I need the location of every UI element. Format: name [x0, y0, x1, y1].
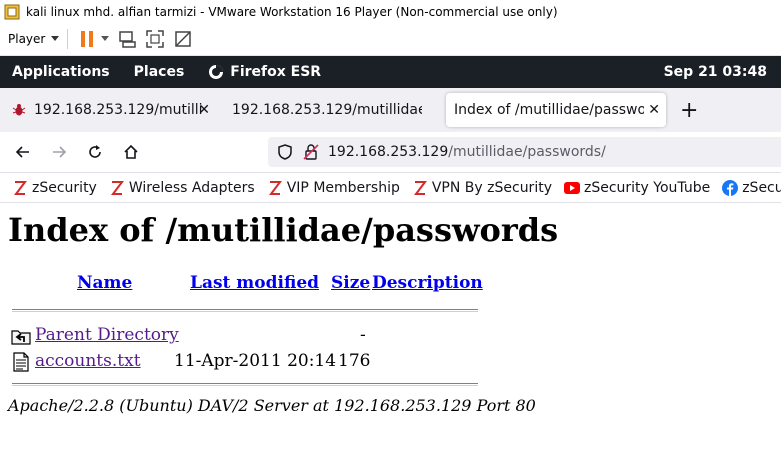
- bookmark-label: zSecurity FB: [742, 179, 781, 196]
- zsecurity-icon: [412, 180, 428, 196]
- desktop-top-panel: Applications Places Firefox ESR Sep 21 0…: [0, 56, 781, 88]
- url-text[interactable]: 192.168.253.129/mutillidae/passwords/: [328, 144, 606, 160]
- reload-icon: [89, 145, 101, 158]
- divider: [12, 383, 478, 386]
- firefox-app-menu[interactable]: Firefox ESR: [208, 64, 321, 80]
- forward-button[interactable]: [46, 139, 72, 165]
- youtube-icon: [563, 180, 580, 196]
- places-menu[interactable]: Places: [134, 64, 185, 80]
- vmware-logo-icon: [4, 4, 20, 20]
- list-item: Parent Directory -: [8, 325, 478, 349]
- divider: [12, 309, 478, 312]
- clock[interactable]: Sep 21 03:48: [664, 56, 767, 88]
- player-menu[interactable]: Player: [8, 32, 60, 46]
- bookmark-zsecurity-fb[interactable]: zSecurity FB: [722, 179, 781, 196]
- chevron-down-icon[interactable]: [100, 28, 110, 50]
- close-icon[interactable]: ✕: [198, 93, 210, 127]
- page-content: Index of /mutillidae/passwords Name Last…: [0, 203, 781, 472]
- tab-strip: 192.168.253.129/mutillidae ✕ 192.168.253…: [0, 88, 781, 132]
- home-icon: [124, 144, 138, 159]
- zsecurity-icon: [109, 180, 125, 196]
- bookmark-label: VPN By zSecurity: [431, 179, 552, 196]
- shield-icon[interactable]: [276, 143, 294, 161]
- vmware-toolbar: Player: [0, 23, 781, 56]
- bookmark-vip-membership[interactable]: VIP Membership: [267, 180, 400, 196]
- window-title: kali linux mhd. alfian tarmizi - VMware …: [26, 4, 558, 19]
- row-size: 176: [338, 351, 371, 371]
- firefox-app-label: Firefox ESR: [230, 64, 322, 80]
- bug-icon: [12, 104, 26, 116]
- back-button[interactable]: [10, 139, 36, 165]
- toolbar-divider: [67, 29, 69, 49]
- accounts-txt-link[interactable]: accounts.txt: [35, 351, 141, 371]
- send-ctrl-alt-del-icon[interactable]: [116, 28, 138, 50]
- new-tab-button[interactable]: +: [680, 98, 698, 123]
- column-header-name[interactable]: Name: [77, 273, 132, 293]
- back-folder-icon[interactable]: [10, 325, 32, 347]
- home-button[interactable]: [118, 139, 144, 165]
- tab-mutillidae-1[interactable]: 192.168.253.129/mutillidae ✕: [4, 93, 216, 127]
- bookmarks-toolbar: zSecurity Wireless Adapters VIP Membersh…: [0, 173, 781, 203]
- column-header-last-modified[interactable]: Last modified: [190, 273, 319, 293]
- reload-button[interactable]: [82, 139, 108, 165]
- column-header-description[interactable]: Description: [372, 273, 483, 293]
- parent-directory-link[interactable]: Parent Directory: [35, 325, 179, 345]
- page-title: Index of /mutillidae/passwords: [8, 211, 559, 249]
- back-arrow-icon: [15, 146, 29, 158]
- tab-label: 192.168.253.129/mutillidae: [34, 102, 202, 118]
- bookmark-zsecurity-youtube[interactable]: zSecurity YouTube: [563, 179, 711, 196]
- vmware-title-bar: kali linux mhd. alfian tarmizi - VMware …: [0, 0, 781, 23]
- tab-index-passwords[interactable]: Index of /mutillidae/passwords ✕: [446, 93, 666, 127]
- url-path: /mutillidae/passwords/: [448, 144, 606, 160]
- text-file-icon[interactable]: [10, 351, 32, 373]
- tab-mutillidae-2[interactable]: 192.168.253.129/mutillidae/p: [220, 93, 442, 127]
- zsecurity-icon: [267, 180, 283, 196]
- player-menu-label: Player: [8, 32, 46, 46]
- pause-icon[interactable]: [76, 28, 98, 50]
- url-host: 192.168.253.129: [328, 144, 449, 160]
- bookmark-zsecurity[interactable]: zSecurity: [12, 180, 97, 196]
- close-icon[interactable]: ✕: [648, 93, 660, 127]
- column-header-size[interactable]: Size: [331, 273, 370, 293]
- bookmark-label: VIP Membership: [286, 179, 400, 196]
- bookmark-label: zSecurity: [32, 179, 97, 196]
- navigation-bar: 192.168.253.129/mutillidae/passwords/: [0, 132, 781, 173]
- forward-arrow-icon: [53, 146, 67, 158]
- tab-label: Index of /mutillidae/passwords: [454, 102, 644, 118]
- bookmark-label: zSecurity YouTube: [583, 179, 711, 196]
- tab-label: 192.168.253.129/mutillidae/p: [232, 102, 422, 118]
- server-signature: Apache/2.2.8 (Ubuntu) DAV/2 Server at 19…: [8, 396, 536, 415]
- unity-mode-icon[interactable]: [172, 28, 194, 50]
- bookmark-vpn-by-zsecurity[interactable]: VPN By zSecurity: [412, 180, 552, 196]
- chevron-down-icon: [51, 36, 60, 41]
- bookmark-label: Wireless Adapters: [128, 179, 255, 196]
- row-last-modified: 11-Apr-2011 20:14: [174, 351, 337, 371]
- bookmark-wireless-adapters[interactable]: Wireless Adapters: [109, 180, 255, 196]
- firefox-icon: [209, 65, 224, 79]
- row-size: -: [360, 325, 366, 345]
- url-bar[interactable]: 192.168.253.129/mutillidae/passwords/: [268, 137, 781, 167]
- insecure-lock-icon[interactable]: [302, 143, 320, 161]
- facebook-icon: [722, 179, 739, 196]
- fullscreen-icon[interactable]: [144, 28, 166, 50]
- zsecurity-icon: [12, 180, 28, 196]
- list-item: accounts.txt 11-Apr-2011 20:14 176: [8, 351, 478, 375]
- applications-menu[interactable]: Applications: [12, 64, 110, 80]
